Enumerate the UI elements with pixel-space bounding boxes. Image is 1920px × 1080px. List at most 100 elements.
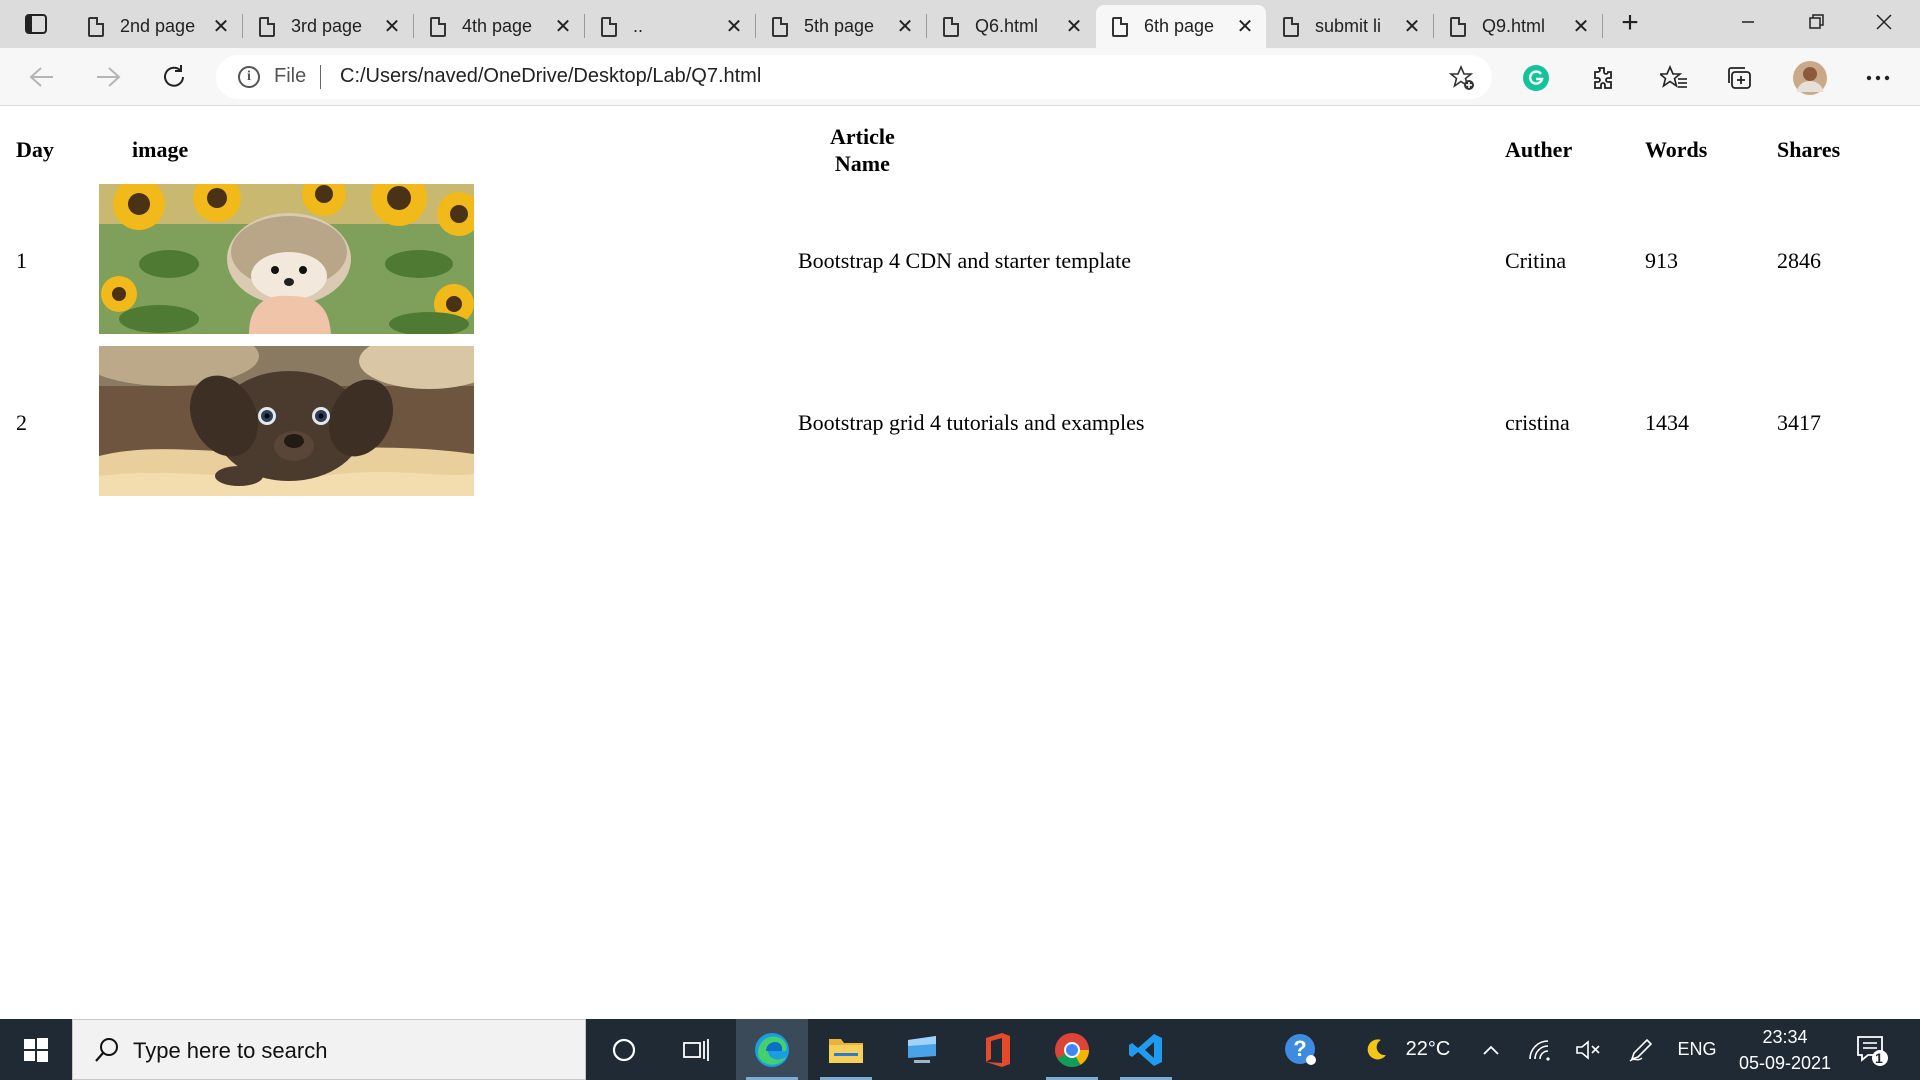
action-center-button[interactable]: 1 (1850, 1019, 1894, 1080)
minimize-button[interactable] (1720, 4, 1776, 40)
close-tab-icon[interactable]: ✕ (208, 14, 234, 40)
tab-title: Q6.html (975, 16, 1039, 36)
tab-title: 2nd page (120, 16, 196, 36)
back-button[interactable] (22, 58, 62, 96)
tab-q9[interactable]: Q9.html ✕ (1434, 5, 1602, 48)
task-view-icon (683, 1038, 709, 1061)
address-bar[interactable]: i File C:/Users/naved/OneDrive/Desktop/L… (216, 55, 1492, 99)
close-tab-icon[interactable]: ✕ (1061, 14, 1087, 40)
close-tab-icon[interactable]: ✕ (1568, 14, 1594, 40)
edge-icon (755, 1032, 789, 1067)
add-favorite-icon[interactable] (1448, 64, 1476, 92)
taskbar-edge-app[interactable] (736, 1019, 808, 1080)
row2-shares: 3417 (1777, 410, 1821, 435)
restore-button[interactable] (1788, 4, 1844, 40)
tab-q6[interactable]: Q6.html ✕ (927, 5, 1095, 48)
hedgehog-image (99, 184, 474, 334)
header-shares: Shares (1777, 137, 1841, 162)
page-icon (1112, 16, 1128, 37)
volume-muted-icon[interactable] (1568, 1019, 1608, 1080)
taskbar-file-explorer-app[interactable] (810, 1019, 882, 1080)
favorites-icon[interactable] (1658, 62, 1690, 94)
row1-author: Critina (1505, 248, 1567, 273)
tab-strip: 2nd page ✕ 3rd page ✕ 4th page ✕ .. ✕ 5t… (0, 0, 1920, 48)
browser-toolbar: i File C:/Users/naved/OneDrive/Desktop/L… (0, 48, 1920, 106)
system-clock[interactable]: 23:34 05-09-2021 (1730, 1019, 1840, 1080)
grammarly-extension-icon[interactable] (1520, 62, 1552, 94)
tab-title: .. (633, 16, 644, 36)
help-tray-icon[interactable]: ? (1276, 1019, 1326, 1080)
tab-3rd-page[interactable]: 3rd page ✕ (243, 5, 413, 48)
page-content: Day image Article Name Auther Words Shar… (0, 107, 1920, 1019)
tab-6th-page[interactable]: 6th page ✕ (1096, 5, 1266, 48)
header-article-line2: Name (834, 151, 890, 176)
more-menu-icon[interactable] (1862, 62, 1894, 94)
scheme-label: File (274, 65, 307, 87)
show-hidden-icons-chevron-icon[interactable] (1476, 1019, 1506, 1080)
taskbar-remote-app[interactable] (886, 1019, 958, 1080)
tab-5th-page[interactable]: 5th page ✕ (756, 5, 926, 48)
tab-title: 6th page (1144, 16, 1215, 36)
row2-article: Bootstrap grid 4 tutorials and examples (798, 410, 1145, 435)
restore-icon (1809, 14, 1824, 29)
weather-moon-icon (1358, 1019, 1394, 1080)
close-tab-icon[interactable]: ✕ (721, 14, 747, 40)
site-info-icon[interactable]: i (238, 66, 260, 88)
search-icon (95, 1038, 118, 1062)
clock-date: 05-09-2021 (1738, 1052, 1832, 1073)
tab-untitled[interactable]: .. ✕ (585, 5, 755, 48)
weather-temperature[interactable]: 22°C (1398, 1019, 1458, 1080)
row2-words: 1434 (1645, 410, 1689, 435)
close-icon (1876, 14, 1892, 30)
tab-actions-icon (25, 14, 47, 34)
forward-arrow-icon (97, 67, 121, 87)
taskbar-office-app[interactable] (962, 1019, 1034, 1080)
tab-title: submit li (1315, 16, 1382, 36)
office-icon (986, 1032, 1010, 1067)
close-tab-icon[interactable]: ✕ (1232, 14, 1258, 40)
input-language[interactable]: ENG (1672, 1019, 1722, 1080)
folder-icon (829, 1038, 863, 1063)
task-view-button[interactable] (660, 1019, 732, 1080)
pen-workspace-icon[interactable] (1622, 1019, 1660, 1080)
tab-2nd-page[interactable]: 2nd page ✕ (72, 5, 242, 48)
address-divider (320, 65, 321, 89)
tab-4th-page[interactable]: 4th page ✕ (414, 5, 584, 48)
close-tab-icon[interactable]: ✕ (379, 14, 405, 40)
taskbar-search-box[interactable]: Type here to search (72, 1019, 586, 1080)
taskbar-vscode-app[interactable] (1110, 1019, 1182, 1080)
header-author: Auther (1505, 137, 1573, 162)
taskbar-chrome-app[interactable] (1036, 1019, 1108, 1080)
windows-taskbar: Type here to search ? 22°C ENG 23:34 05-… (0, 1019, 1920, 1080)
cortana-button[interactable] (588, 1019, 660, 1080)
close-tab-icon[interactable]: ✕ (550, 14, 576, 40)
windows-logo-icon (24, 1037, 48, 1062)
header-image: image (132, 137, 189, 162)
new-tab-button[interactable]: + (1612, 8, 1648, 40)
page-icon (1450, 16, 1466, 37)
page-icon (943, 16, 959, 37)
search-placeholder: Type here to search (133, 1038, 328, 1063)
row2-author: cristina (1505, 410, 1570, 435)
close-tab-icon[interactable]: ✕ (1399, 14, 1425, 40)
row1-shares: 2846 (1777, 248, 1821, 273)
extensions-icon[interactable] (1585, 62, 1617, 94)
forward-button[interactable] (88, 58, 128, 96)
close-window-button[interactable] (1856, 4, 1912, 40)
page-icon (430, 16, 446, 37)
refresh-button[interactable] (154, 58, 194, 96)
url-text[interactable]: C:/Users/naved/OneDrive/Desktop/Lab/Q7.h… (340, 65, 761, 88)
notification-icon (1857, 1035, 1888, 1066)
collections-icon[interactable] (1724, 62, 1756, 94)
network-icon[interactable] (1524, 1019, 1558, 1080)
tab-submit[interactable]: submit li ✕ (1267, 5, 1433, 48)
remote-desktop-icon (908, 1035, 936, 1063)
profile-avatar[interactable] (1792, 60, 1828, 96)
minimize-icon (1742, 21, 1754, 23)
start-button[interactable] (0, 1019, 72, 1080)
tab-title: Q9.html (1482, 16, 1546, 36)
tab-actions-button[interactable] (14, 8, 58, 40)
close-tab-icon[interactable]: ✕ (892, 14, 918, 40)
clock-time: 23:34 (1762, 1026, 1808, 1047)
header-words: Words (1645, 137, 1708, 162)
